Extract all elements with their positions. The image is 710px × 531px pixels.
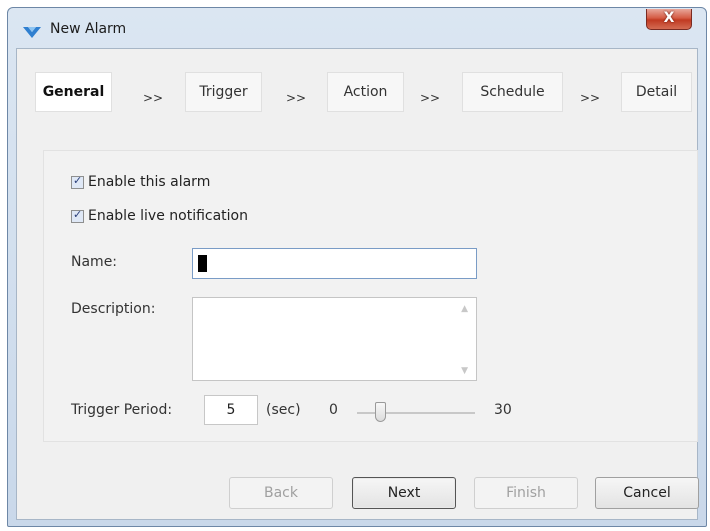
step-arrow: >> xyxy=(420,91,441,105)
enable-live-notification-option[interactable]: Enable live notification xyxy=(71,208,248,224)
general-settings-panel: Enable this alarm Enable live notificati… xyxy=(43,150,698,442)
enable-alarm-label: Enable this alarm xyxy=(88,174,211,190)
trigger-period-unit: (sec) xyxy=(266,402,301,418)
slider-thumb[interactable] xyxy=(375,402,386,422)
trigger-period-label: Trigger Period: xyxy=(71,402,173,418)
text-cursor xyxy=(198,255,207,272)
step-arrow: >> xyxy=(580,91,601,105)
name-field[interactable] xyxy=(192,248,477,279)
step-arrow: >> xyxy=(286,91,307,105)
back-button[interactable]: Back xyxy=(229,477,333,509)
close-button[interactable]: X xyxy=(646,9,692,30)
step-detail[interactable]: Detail xyxy=(621,72,692,112)
step-general[interactable]: General xyxy=(35,72,112,112)
app-icon xyxy=(23,27,41,38)
step-schedule[interactable]: Schedule xyxy=(462,72,563,112)
new-alarm-dialog: New Alarm X General >> Trigger >> Action… xyxy=(7,7,707,527)
scroll-up-icon[interactable]: ▲ xyxy=(461,304,468,314)
slider-min-label: 0 xyxy=(329,402,338,418)
step-arrow: >> xyxy=(143,91,164,105)
dialog-body: General >> Trigger >> Action >> Schedule… xyxy=(16,48,699,520)
title-bar[interactable]: New Alarm X xyxy=(8,8,706,50)
enable-live-notification-label: Enable live notification xyxy=(88,208,248,224)
enable-alarm-option[interactable]: Enable this alarm xyxy=(71,174,210,190)
step-action[interactable]: Action xyxy=(327,72,404,112)
window-title: New Alarm xyxy=(50,21,127,37)
trigger-period-input[interactable]: 5 xyxy=(204,395,258,425)
next-button[interactable]: Next xyxy=(352,477,456,509)
finish-button[interactable]: Finish xyxy=(474,477,578,509)
cancel-button[interactable]: Cancel xyxy=(595,477,699,509)
slider-max-label: 30 xyxy=(494,402,512,418)
scroll-down-icon[interactable]: ▼ xyxy=(461,366,468,376)
close-icon: X xyxy=(663,10,675,26)
description-field[interactable]: ▲ ▼ xyxy=(192,297,477,381)
name-label: Name: xyxy=(71,254,118,270)
step-trigger[interactable]: Trigger xyxy=(185,72,262,112)
enable-alarm-checkbox[interactable] xyxy=(71,174,84,189)
description-label: Description: xyxy=(71,301,156,317)
enable-live-notification-checkbox[interactable] xyxy=(71,208,84,223)
